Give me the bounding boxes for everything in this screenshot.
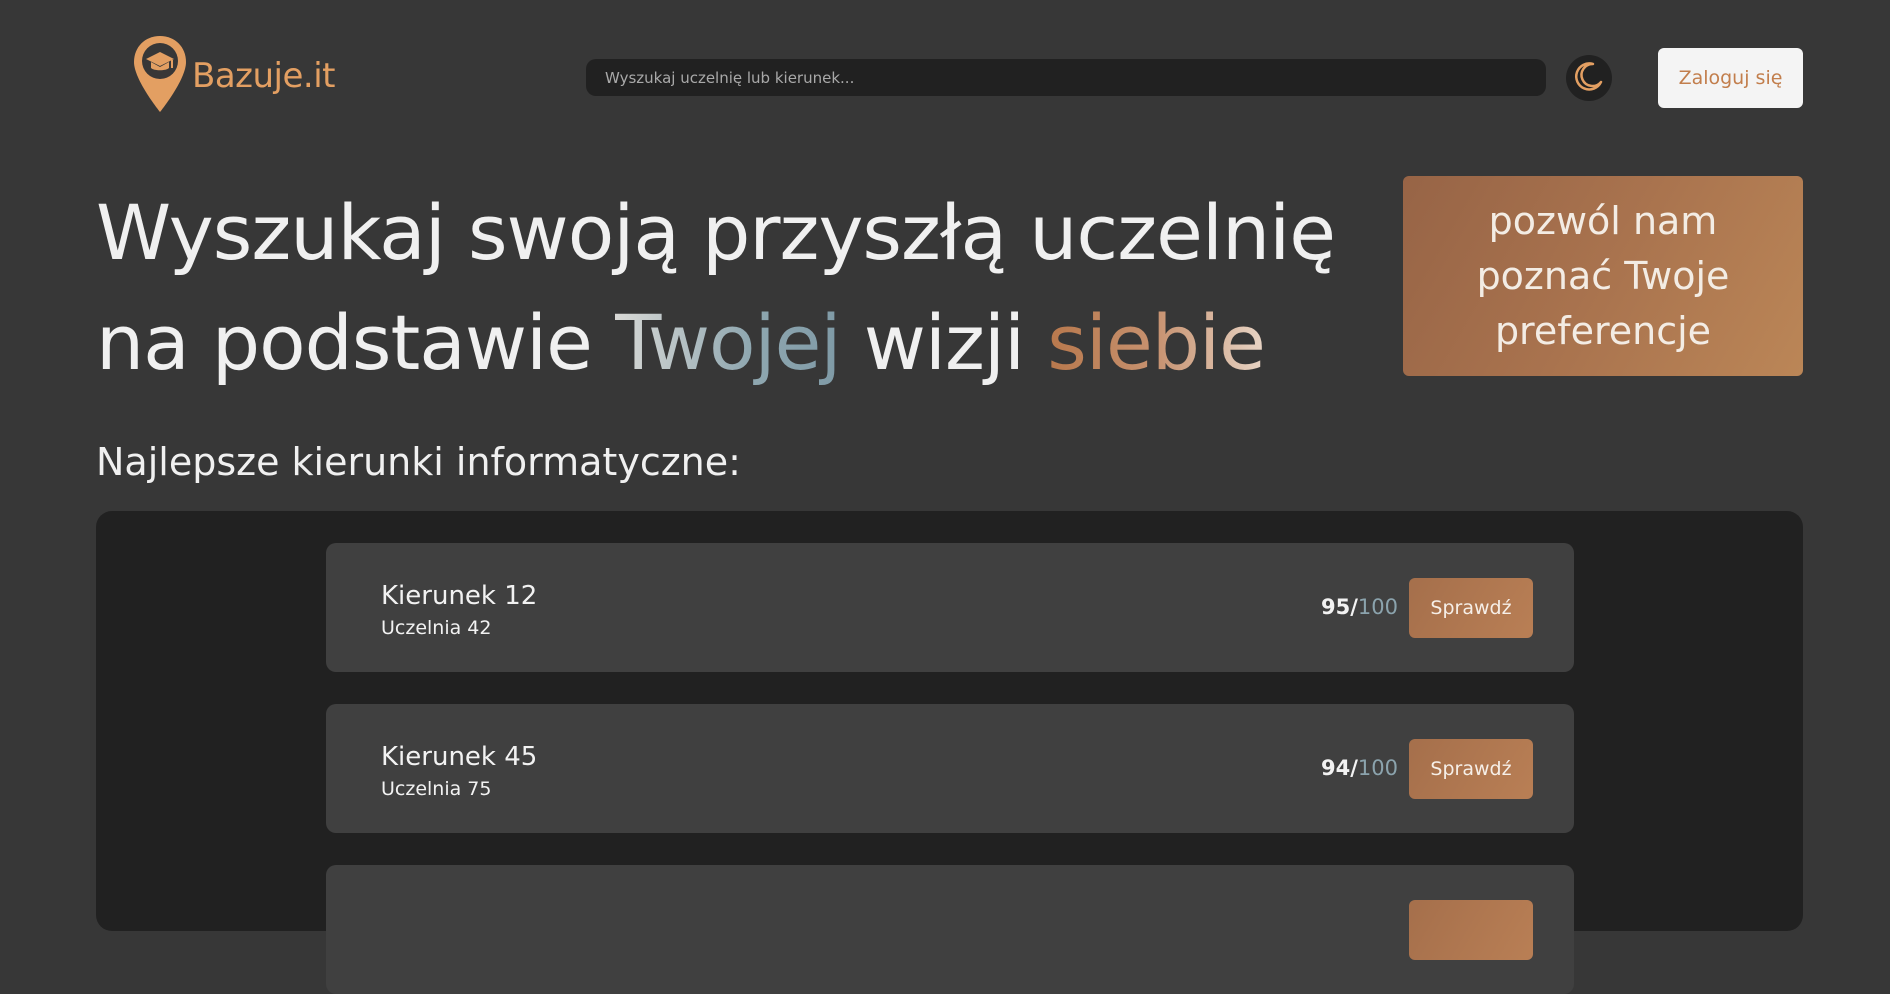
search-bar[interactable] [586, 59, 1546, 96]
course-score: 94/100 [1321, 756, 1398, 780]
hero-line-2-part-1: na podstawie [96, 298, 616, 387]
section-title: Najlepsze kierunki informatyczne: [96, 440, 741, 484]
course-card [326, 865, 1574, 994]
course-university: Uczelnia 42 [381, 617, 492, 639]
logo[interactable]: Bazuje.it [132, 34, 336, 118]
course-card: Kierunek 45 Uczelnia 75 94/100 Sprawdź [326, 704, 1574, 833]
check-button[interactable] [1409, 900, 1533, 960]
score-value: 95/ [1321, 595, 1358, 619]
score-value: 94/ [1321, 756, 1358, 780]
login-button[interactable]: Zaloguj się [1658, 48, 1803, 108]
course-score: 95/100 [1321, 595, 1398, 619]
check-button[interactable]: Sprawdź [1409, 739, 1533, 799]
hero-line-2-part-2: wizji [840, 298, 1048, 387]
hero-accent-twojej: Twojej [615, 298, 841, 387]
logo-text: Bazuje.it [192, 56, 336, 96]
course-university: Uczelnia 75 [381, 778, 492, 800]
course-name: Kierunek 45 [381, 742, 538, 772]
score-max: 100 [1357, 595, 1398, 619]
theme-toggle-button[interactable] [1566, 55, 1612, 101]
course-list-panel: Kierunek 12 Uczelnia 42 95/100 Sprawdź K… [96, 511, 1803, 994]
hero-line-2: na podstawie Twojej wizji siebie [96, 288, 1396, 398]
hero-accent-siebie: siebie [1047, 298, 1266, 387]
preferences-cta-button[interactable]: pozwól nam poznać Twoje preferencje [1403, 176, 1803, 376]
hero-title: Wyszukaj swoją przyszłą uczelnię na pods… [96, 178, 1396, 398]
location-pin-graduation-cap-icon [132, 34, 188, 118]
check-button[interactable]: Sprawdź [1409, 578, 1533, 638]
score-max: 100 [1357, 756, 1398, 780]
search-input[interactable] [603, 67, 1529, 88]
course-name: Kierunek 12 [381, 581, 538, 611]
moon-icon [1573, 60, 1605, 96]
hero-line-1: Wyszukaj swoją przyszłą uczelnię [96, 188, 1336, 277]
course-card: Kierunek 12 Uczelnia 42 95/100 Sprawdź [326, 543, 1574, 672]
